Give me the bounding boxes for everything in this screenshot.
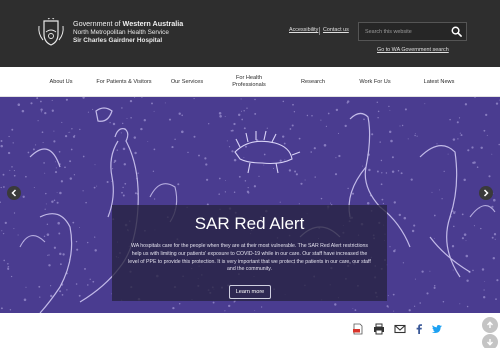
search-box — [358, 22, 467, 41]
search-icon[interactable] — [451, 26, 462, 37]
twitter-icon[interactable] — [431, 323, 443, 335]
alert-panel: SAR Red Alert WA hospitals care for the … — [112, 205, 387, 301]
nav-item-patients-visitors[interactable]: For Patients & Visitors — [88, 67, 160, 97]
nav-item-our-services[interactable]: Our Services — [164, 67, 210, 97]
pdf-icon[interactable] — [352, 323, 364, 335]
learn-more-button[interactable]: Learn more — [229, 285, 271, 299]
contact-us-link[interactable]: Contact us — [323, 27, 349, 33]
government-title: Government of Western Australia — [73, 19, 183, 28]
alert-title: SAR Red Alert — [194, 214, 305, 233]
wa-crest-logo[interactable] — [36, 18, 66, 46]
print-icon[interactable] — [373, 323, 385, 335]
alert-body: WA hospitals care for the people when th… — [128, 243, 371, 273]
arrow-down-icon — [486, 339, 494, 346]
hero-carousel: SAR Red Alert WA hospitals care for the … — [0, 97, 500, 313]
wa-government-search-link[interactable]: Go to WA Government search — [377, 47, 449, 53]
main-nav: About Us For Patients & Visitors Our Ser… — [0, 67, 500, 97]
gov-state: Western Australia — [122, 19, 184, 28]
email-icon[interactable] — [394, 323, 406, 335]
search-input[interactable] — [365, 27, 445, 37]
nav-item-latest-news[interactable]: Latest News — [414, 67, 464, 97]
carousel-prev-button[interactable] — [7, 186, 21, 200]
nav-item-work-for-us[interactable]: Work For Us — [352, 67, 398, 97]
scroll-up-button[interactable] — [482, 317, 498, 333]
site-header: Government of Western Australia North Me… — [0, 0, 500, 67]
nav-item-health-professionals[interactable]: For Health Professionals — [225, 67, 273, 97]
share-bar — [0, 313, 500, 348]
scroll-down-button[interactable] — [482, 334, 498, 348]
nav-item-about-us[interactable]: About Us — [40, 67, 82, 97]
accessibility-link[interactable]: Accessibility — [289, 27, 318, 33]
gov-prefix: Government of — [73, 19, 123, 28]
util-divider — [319, 27, 320, 35]
nav-item-research[interactable]: Research — [292, 67, 334, 97]
chevron-left-icon — [11, 189, 17, 197]
service-name: North Metropolitan Health Service — [73, 29, 169, 36]
carousel-next-button[interactable] — [479, 186, 493, 200]
facebook-icon[interactable] — [413, 323, 425, 335]
arrow-up-icon — [486, 321, 494, 328]
chevron-right-icon — [483, 189, 489, 197]
hospital-name: Sir Charles Gairdner Hospital — [73, 37, 163, 44]
